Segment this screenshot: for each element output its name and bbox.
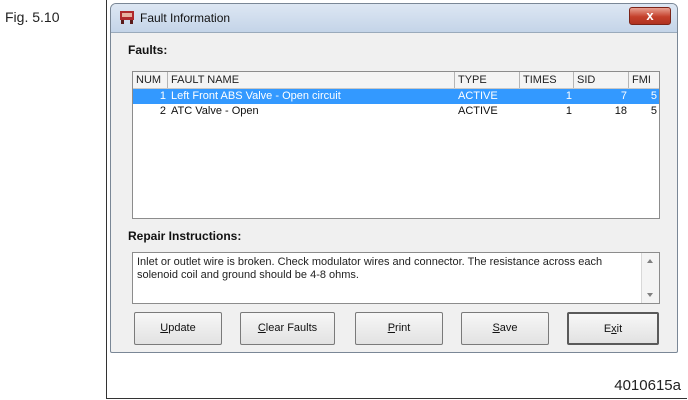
cell-sid: 18 [614, 105, 627, 117]
save-button[interactable]: Save [461, 312, 549, 345]
window-title: Fault Information [140, 11, 231, 25]
update-mnemonic: U [160, 322, 169, 334]
cell-num: 2 [159, 105, 166, 117]
column-header-sid[interactable]: SID [574, 72, 629, 88]
cell-type: ACTIVE [458, 105, 498, 117]
title-bar[interactable]: Fault Information x [111, 4, 677, 33]
print-label: rint [395, 322, 411, 334]
close-button[interactable]: x [629, 7, 671, 25]
print-mnemonic: P [387, 322, 396, 334]
app-icon [120, 11, 134, 24]
print-button[interactable]: Print [355, 312, 443, 345]
clear-faults-mnemonic: C [257, 322, 266, 334]
figure-label: Fig. 5.10 [5, 9, 60, 25]
faults-list[interactable]: NUM FAULT NAME TYPE TIMES SID FMI 1 Left… [132, 71, 660, 219]
update-label: pdate [168, 322, 196, 334]
repair-instructions-content: Inlet or outlet wire is broken. Check mo… [137, 256, 603, 281]
cell-num: 1 [159, 90, 166, 102]
repair-instructions-label: Repair Instructions: [128, 229, 242, 243]
column-header-times[interactable]: TIMES [520, 72, 574, 88]
column-header-type[interactable]: TYPE [455, 72, 520, 88]
save-label: ave [499, 322, 518, 334]
table-row[interactable]: 1 Left Front ABS Valve - Open circuit AC… [133, 89, 659, 104]
column-header-num[interactable]: NUM [133, 72, 168, 88]
column-header-fmi[interactable]: FMI [629, 72, 659, 88]
cell-fmi: 5 [650, 90, 657, 102]
scroll-down-icon[interactable] [647, 293, 653, 297]
column-header-fault-name[interactable]: FAULT NAME [168, 72, 455, 88]
fault-information-window: Fault Information x Faults: NUM FAULT NA… [110, 3, 678, 353]
figure-reference: 4010615a [614, 377, 681, 394]
update-button[interactable]: Update [134, 312, 222, 345]
cell-times: 1 [565, 90, 572, 102]
scroll-up-icon[interactable] [647, 259, 653, 263]
cell-fmi: 5 [650, 105, 657, 117]
cell-fault-name: ATC Valve - Open [171, 105, 259, 117]
faults-label: Faults: [128, 43, 168, 57]
close-icon: x [646, 8, 654, 23]
repair-scrollbar[interactable] [641, 253, 659, 303]
cell-type: ACTIVE [458, 90, 498, 102]
clear-faults-button[interactable]: Clear Faults [240, 312, 335, 345]
exit-button[interactable]: Exit [567, 312, 659, 345]
exit-label-end: it [616, 323, 623, 335]
table-row[interactable]: 2 ATC Valve - Open ACTIVE 1 18 5 [133, 104, 659, 119]
save-mnemonic: S [492, 322, 500, 334]
cell-sid: 7 [620, 90, 627, 102]
cell-times: 1 [565, 105, 572, 117]
list-header: NUM FAULT NAME TYPE TIMES SID FMI [133, 72, 659, 89]
repair-instructions-text[interactable]: Inlet or outlet wire is broken. Check mo… [132, 252, 660, 304]
clear-faults-label: lear Faults [265, 322, 318, 334]
cell-fault-name: Left Front ABS Valve - Open circuit [171, 90, 341, 102]
